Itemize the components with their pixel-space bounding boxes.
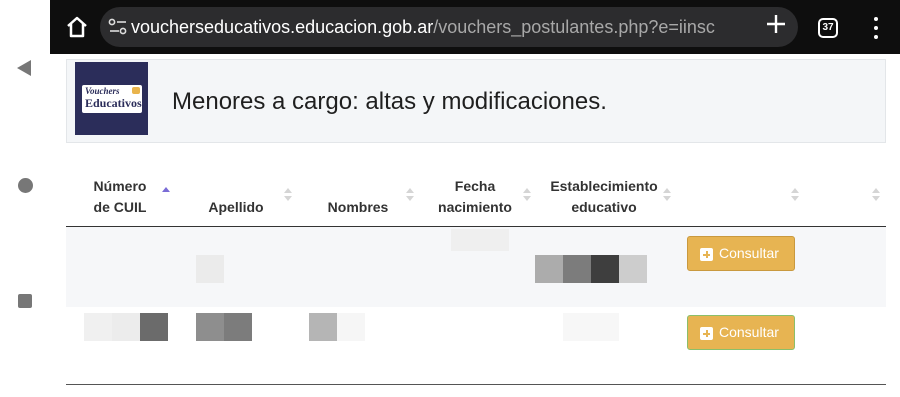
table-row: Consultar bbox=[66, 227, 886, 307]
logo-line2: Educativos bbox=[85, 96, 142, 110]
table-row: Consultar bbox=[66, 307, 886, 385]
column-header-apellido[interactable]: Apellido bbox=[196, 176, 276, 218]
plus-square-icon bbox=[700, 248, 713, 261]
logo-line1: Vouchers bbox=[85, 86, 120, 96]
redacted-cell bbox=[224, 313, 252, 341]
home-circle-icon[interactable] bbox=[18, 178, 33, 193]
back-icon[interactable] bbox=[17, 60, 31, 76]
page-title: Menores a cargo: altas y modificaciones. bbox=[172, 88, 607, 115]
new-tab-plus-icon[interactable] bbox=[765, 13, 787, 35]
redacted-cell bbox=[196, 313, 224, 341]
column-header-apellido-line2: Apellido bbox=[208, 199, 264, 215]
redacted-cell bbox=[337, 313, 365, 341]
redacted-cell bbox=[84, 313, 112, 341]
redacted-cell bbox=[140, 313, 168, 341]
recents-square-icon[interactable] bbox=[18, 294, 32, 308]
vouchers-educativos-logo: Vouchers Educativos bbox=[75, 62, 148, 135]
logo-card: Vouchers Educativos bbox=[82, 85, 142, 113]
column-header-nombres[interactable]: Nombres bbox=[318, 176, 398, 218]
column-header-nombres-line1 bbox=[318, 176, 398, 197]
column-header-fecha[interactable]: Fecha nacimiento bbox=[434, 176, 516, 218]
page-header: Vouchers Educativos Menores a cargo: alt… bbox=[66, 59, 886, 143]
redacted-cell bbox=[535, 255, 563, 283]
home-icon[interactable] bbox=[62, 12, 92, 42]
sort-icon[interactable] bbox=[791, 188, 799, 202]
plus-square-icon bbox=[700, 327, 713, 340]
column-header-establecimiento[interactable]: Establecimiento educativo bbox=[544, 176, 664, 218]
column-header-establecimiento-line2: educativo bbox=[571, 199, 637, 215]
column-header-nombres-line2: Nombres bbox=[327, 199, 389, 215]
redacted-cell bbox=[591, 255, 619, 283]
sort-icon[interactable] bbox=[872, 188, 880, 202]
logo-badge-icon bbox=[132, 87, 140, 94]
consultar-button[interactable]: Consultar bbox=[687, 236, 795, 271]
table-bottom-divider bbox=[66, 384, 886, 385]
consultar-button[interactable]: Consultar bbox=[687, 315, 795, 350]
sort-asc-icon[interactable] bbox=[162, 187, 170, 201]
address-bar[interactable]: voucherseducativos.educacion.gob.ar/vouc… bbox=[100, 7, 798, 47]
redacted-cell bbox=[619, 255, 647, 283]
more-menu-icon[interactable] bbox=[870, 17, 882, 39]
url-host: voucherseducativos.educacion.gob.ar bbox=[131, 17, 434, 37]
tab-switcher-button[interactable]: 37 bbox=[818, 18, 838, 38]
system-nav-bar bbox=[0, 0, 50, 397]
browser-toolbar: voucherseducativos.educacion.gob.ar/vouc… bbox=[50, 0, 900, 54]
site-settings-icon[interactable] bbox=[108, 18, 128, 36]
sort-icon[interactable] bbox=[406, 188, 414, 202]
column-header-fecha-line1: Fecha bbox=[454, 178, 496, 194]
column-header-cuil[interactable]: Número de CUIL bbox=[84, 176, 156, 218]
column-header-apellido-line1 bbox=[196, 176, 276, 197]
sort-icon[interactable] bbox=[284, 188, 292, 202]
url-path: /vouchers_postulantes.php?e=iinsc bbox=[433, 17, 715, 37]
column-header-establecimiento-line1: Establecimiento bbox=[550, 178, 658, 194]
redacted-cell bbox=[309, 313, 337, 341]
sort-icon[interactable] bbox=[523, 188, 531, 202]
redacted-cell bbox=[563, 255, 591, 283]
sort-icon[interactable] bbox=[663, 188, 671, 202]
redacted-cell bbox=[451, 229, 509, 251]
redacted-cell bbox=[563, 313, 619, 341]
column-header-cuil-line2: de CUIL bbox=[93, 199, 147, 215]
column-header-cuil-line1: Número bbox=[93, 178, 147, 194]
redacted-cell bbox=[112, 313, 140, 341]
consultar-label: Consultar bbox=[719, 324, 779, 340]
consultar-label: Consultar bbox=[719, 245, 779, 261]
url-text: voucherseducativos.educacion.gob.ar/vouc… bbox=[131, 17, 715, 38]
column-header-fecha-line2: nacimiento bbox=[438, 199, 512, 215]
redacted-cell bbox=[196, 255, 224, 283]
